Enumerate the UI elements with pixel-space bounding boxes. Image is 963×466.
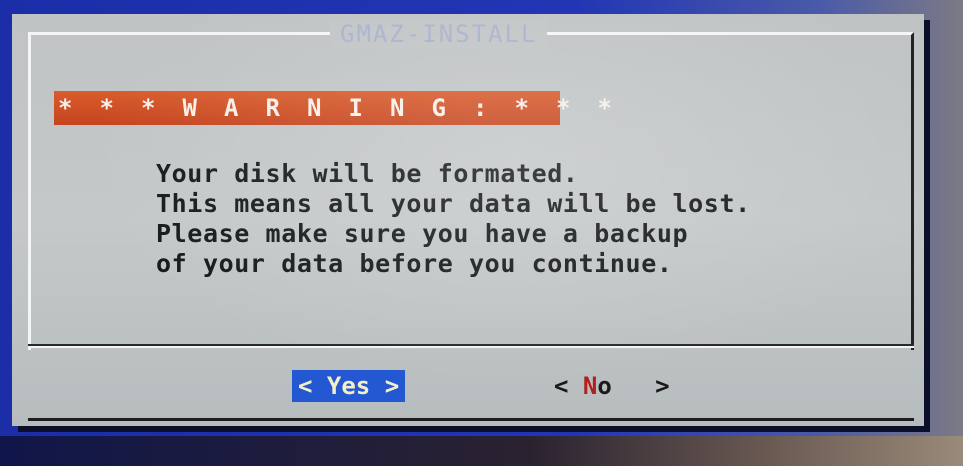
yes-button[interactable]: < Yes > (292, 370, 406, 402)
dialog-title: GMAZ-INSTALL (330, 20, 548, 48)
message-line: This means all your data will be lost. (156, 189, 751, 218)
warning-dialog: GMAZ-INSTALL * * * W A R N I N G : * * *… (12, 14, 924, 426)
warning-banner: * * * W A R N I N G : * * * (54, 91, 612, 125)
message-line: of your data before you continue. (156, 249, 673, 278)
no-button[interactable]: < No > (548, 370, 676, 402)
installer-screen: GMAZ-INSTALL * * * W A R N I N G : * * *… (0, 0, 963, 466)
no-button-rest: o > (597, 372, 670, 400)
dialog-bottom-edge (28, 418, 914, 421)
warning-message: Your disk will be formated. This means a… (156, 159, 751, 279)
no-button-left: < (554, 372, 583, 400)
message-line: Please make sure you have a backup (156, 219, 689, 248)
message-line: Your disk will be formated. (156, 159, 579, 188)
no-button-hotkey: N (582, 372, 598, 400)
screen-bottom-edge (0, 436, 963, 466)
button-area-divider (28, 344, 914, 348)
